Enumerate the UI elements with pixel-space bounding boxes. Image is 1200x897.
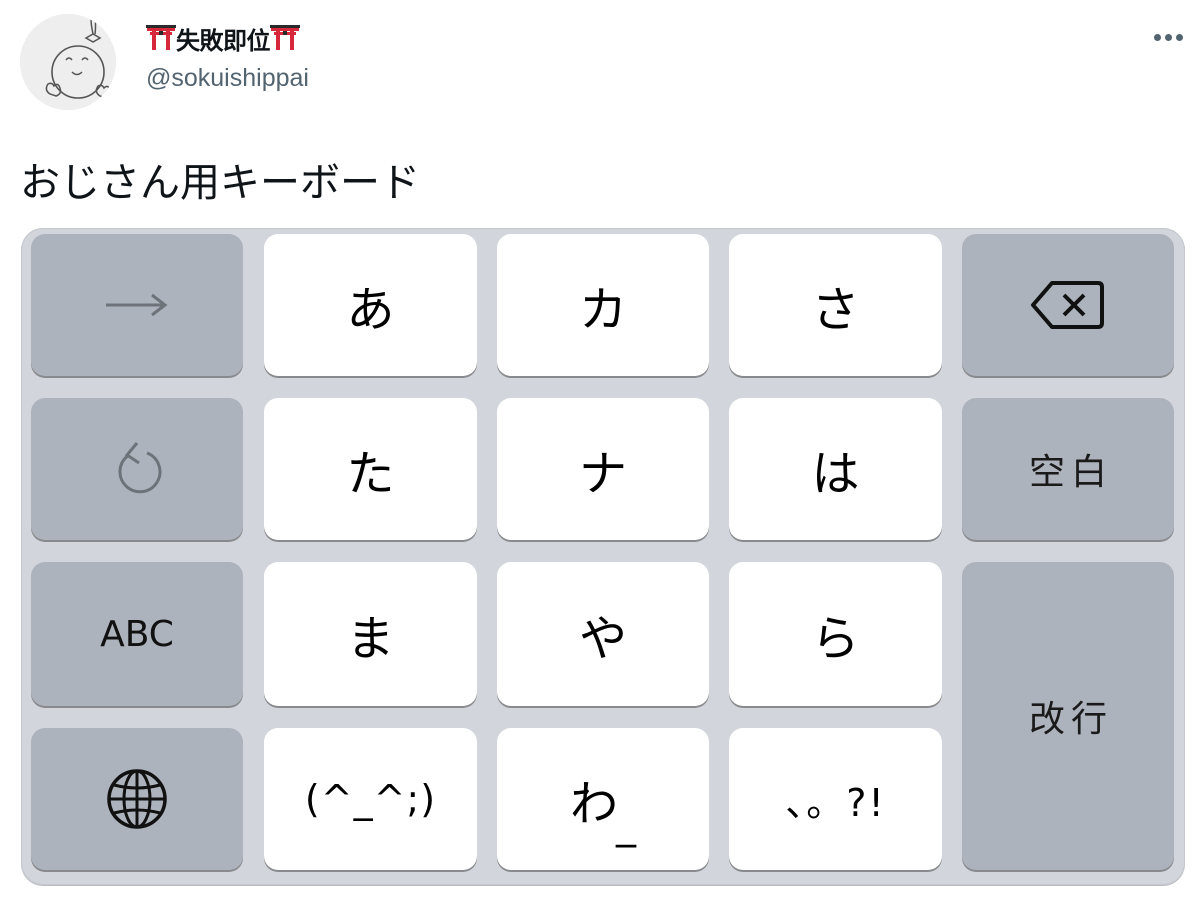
- key-label-suffix: _: [616, 802, 636, 848]
- globe-icon: [104, 766, 170, 832]
- key-label: は: [811, 446, 860, 502]
- key-label: ABC: [100, 613, 174, 655]
- key-label: さ: [811, 282, 860, 338]
- key-a[interactable]: あ: [264, 234, 477, 376]
- more-horizontal-icon-dot: [1175, 33, 1183, 41]
- undo-icon: [109, 437, 165, 501]
- key-emoticon[interactable]: (^_^;): [264, 728, 477, 870]
- baby-face-drawing-icon: [20, 14, 116, 110]
- key-label: 改行: [1028, 699, 1113, 740]
- backspace-key[interactable]: [962, 234, 1174, 376]
- key-label: ら: [811, 611, 860, 667]
- keyboard-image[interactable]: あ カ さ た ナ は 空白 ABC ま や ら 改行 (^_^;) わ _ 、…: [21, 228, 1185, 885]
- author-display-name[interactable]: 失敗即位: [146, 23, 300, 55]
- key-label: た: [346, 446, 395, 502]
- torii-gate-icon: [270, 25, 300, 51]
- return-key[interactable]: 改行: [962, 562, 1174, 870]
- key-label: カ: [578, 282, 627, 338]
- undo-key[interactable]: [31, 398, 243, 540]
- key-ra[interactable]: ら: [729, 562, 942, 706]
- key-ta[interactable]: た: [264, 398, 477, 540]
- backspace-icon: [1030, 279, 1106, 331]
- key-ya[interactable]: や: [497, 562, 709, 706]
- key-ma[interactable]: ま: [264, 562, 477, 706]
- tweet-text: おじさん用キーボード: [20, 160, 420, 206]
- torii-gate-icon: [146, 25, 176, 51]
- avatar[interactable]: [20, 14, 116, 110]
- key-label: 空白: [1028, 452, 1113, 493]
- key-punctuation[interactable]: 、。?!: [729, 728, 942, 870]
- key-sa[interactable]: さ: [729, 234, 942, 376]
- space-key[interactable]: 空白: [962, 398, 1174, 540]
- key-label: ま: [346, 611, 395, 667]
- key-ka[interactable]: カ: [497, 234, 709, 376]
- more-horizontal-icon-dot: [1164, 33, 1172, 41]
- arrow-right-icon: [102, 290, 172, 320]
- author-handle[interactable]: @sokuishippai: [146, 64, 309, 93]
- key-label: あ: [346, 282, 395, 338]
- more-options-button[interactable]: [1148, 27, 1188, 47]
- key-label: わ: [569, 776, 618, 832]
- globe-key[interactable]: [31, 728, 243, 870]
- abc-key[interactable]: ABC: [31, 562, 243, 706]
- display-name-text: 失敗即位: [176, 26, 271, 55]
- arrow-right-key[interactable]: [31, 234, 243, 376]
- key-ha[interactable]: は: [729, 398, 942, 540]
- more-horizontal-icon-dot: [1153, 33, 1161, 41]
- key-label: 、。?!: [785, 780, 886, 825]
- key-na[interactable]: ナ: [497, 398, 709, 540]
- key-label: や: [578, 611, 627, 667]
- key-label: ナ: [578, 446, 627, 502]
- key-wa[interactable]: わ _: [497, 728, 709, 870]
- key-label: (^_^;): [304, 777, 437, 821]
- key-label-group: わ _: [569, 764, 636, 848]
